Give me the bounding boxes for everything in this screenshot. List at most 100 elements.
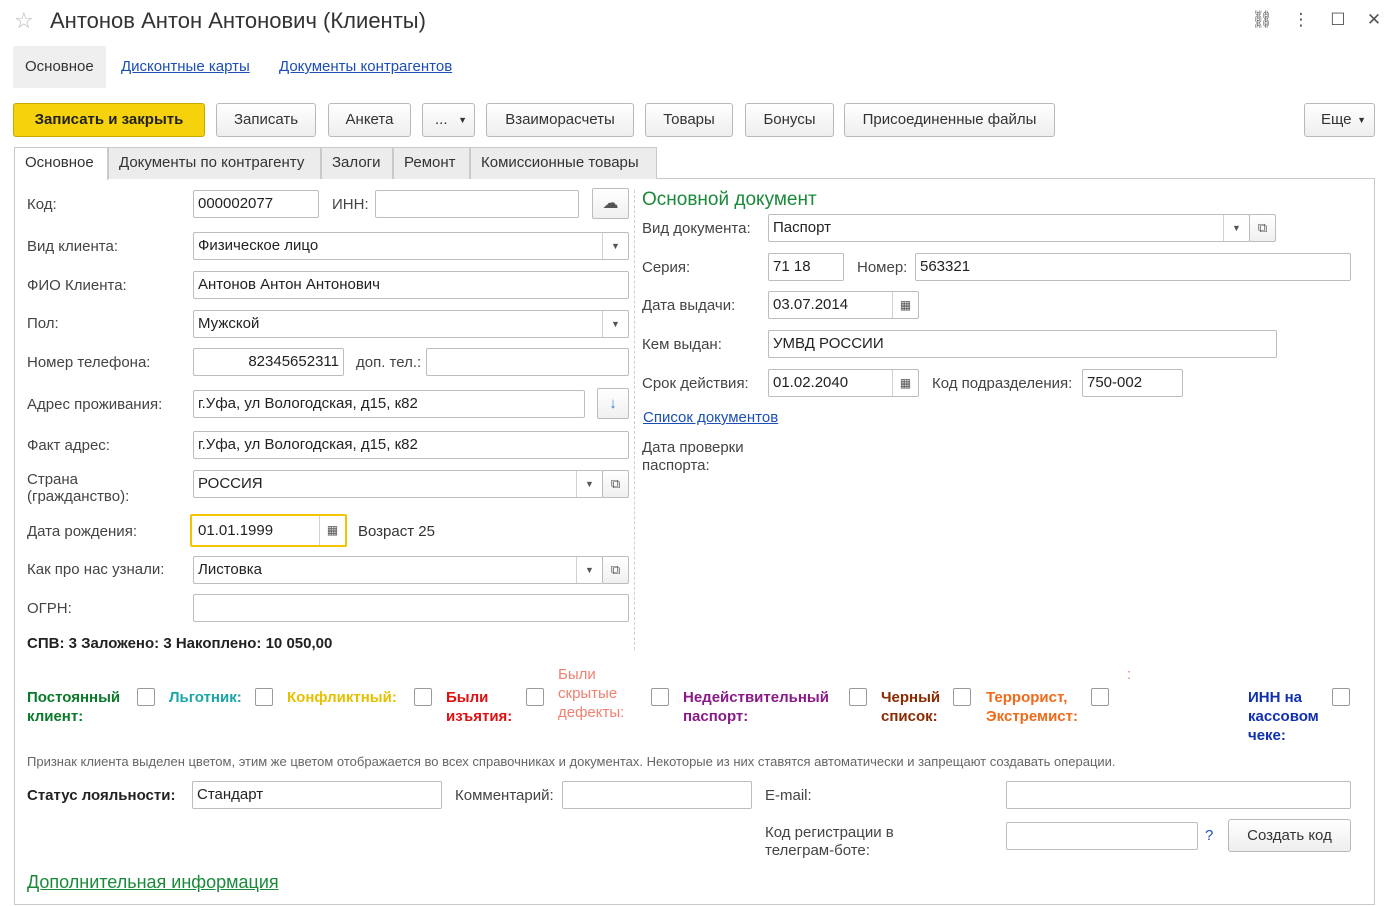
extra-phone-field[interactable] — [426, 348, 629, 376]
flag-inn-line2: кассовом — [1248, 708, 1319, 725]
gender-select[interactable]: Мужской ▼ — [193, 310, 629, 338]
open-icon[interactable]: ⧉ — [602, 470, 629, 498]
nav-discount-cards[interactable]: Дисконтные карты — [121, 58, 250, 75]
chevron-down-icon[interactable]: ▼ — [602, 233, 628, 259]
calendar-icon[interactable]: ▦ — [319, 516, 345, 545]
save-button[interactable]: Записать — [216, 103, 316, 137]
phone-field[interactable]: 82345652311 — [193, 348, 344, 376]
calendar-icon[interactable]: ▦ — [892, 370, 918, 396]
country-select[interactable]: РОССИЯ ▼ — [193, 470, 603, 498]
close-icon[interactable]: ✕ — [1362, 10, 1386, 30]
dept-code-label: Код подразделения: — [932, 375, 1073, 392]
more-options-icon[interactable]: ⋮ — [1289, 10, 1313, 30]
doc-type-select[interactable]: Паспорт ▼ — [768, 214, 1250, 242]
link-icon[interactable]: ⛓ — [1250, 10, 1274, 30]
fio-field[interactable]: Антонов Антон Антонович — [193, 271, 629, 299]
phone-label: Номер телефона: — [27, 354, 151, 371]
country-label-line2: (гражданство): — [27, 488, 130, 505]
telegram-label-line2: телеграм-боте: — [765, 842, 870, 859]
gender-value: Мужской — [198, 315, 260, 332]
flag-seized-checkbox[interactable] — [526, 688, 544, 706]
nav-main[interactable]: Основное — [13, 46, 106, 88]
address-field[interactable]: г.Уфа, ул Вологодская, д15, к82 — [193, 390, 585, 418]
open-icon[interactable]: ⧉ — [602, 556, 629, 584]
open-icon[interactable]: ⧉ — [1249, 214, 1276, 242]
flag-defects-line3: дефекты: — [558, 704, 625, 721]
flag-permanent-label: Постоянный клиент: — [27, 688, 120, 726]
telegram-label: Код регистрации в телеграм-боте: — [765, 824, 894, 860]
goods-button[interactable]: Товары — [645, 103, 733, 137]
additional-info-link[interactable]: Дополнительная информация — [27, 872, 279, 893]
tab-main[interactable]: Основное — [14, 147, 108, 180]
telegram-label-line1: Код регистрации в — [765, 824, 894, 841]
comment-field[interactable] — [562, 781, 752, 809]
tab-counterparty-docs[interactable]: Документы по контрагенту — [108, 147, 321, 179]
source-label: Как про нас узнали: — [27, 561, 165, 578]
flags-hint: Признак клиента выделен цветом, этим же … — [27, 754, 1116, 769]
loyalty-field[interactable]: Стандарт — [192, 781, 442, 809]
flag-defects-label: Были скрытые дефекты: — [558, 665, 624, 722]
flag-privileged-checkbox[interactable] — [255, 688, 273, 706]
client-type-select[interactable]: Физическое лицо ▼ — [193, 232, 629, 260]
issued-by-field[interactable]: УМВД РОССИИ — [768, 330, 1277, 358]
flag-privileged-label: Льготник: — [169, 689, 242, 706]
chevron-down-icon[interactable]: ▼ — [1223, 215, 1249, 241]
settlements-button[interactable]: Взаиморасчеты — [486, 103, 634, 137]
attached-files-button[interactable]: Присоединенные файлы — [844, 103, 1055, 137]
flag-seized-label: Были изъятия: — [446, 688, 512, 726]
code-field[interactable]: 000002077 — [193, 190, 319, 218]
chevron-down-icon[interactable]: ▼ — [602, 311, 628, 337]
tab-commission-goods[interactable]: Комиссионные товары — [470, 147, 657, 179]
dots-menu-button[interactable]: ... ▼ — [422, 103, 475, 137]
flag-terrorist-checkbox[interactable] — [1091, 688, 1109, 706]
check-date-label-line2: паспорта: — [642, 457, 710, 474]
survey-button[interactable]: Анкета — [328, 103, 411, 137]
birth-label: Дата рождения: — [27, 523, 137, 540]
favorite-star-icon[interactable]: ☆ — [14, 8, 34, 34]
arrow-down-icon[interactable]: ↓ — [597, 388, 629, 419]
valid-date-field[interactable]: 01.02.2040 ▦ — [768, 369, 919, 397]
flag-inn-line3: чеке: — [1248, 727, 1286, 744]
source-select[interactable]: Листовка ▼ — [193, 556, 603, 584]
tab-pledges[interactable]: Залоги — [321, 147, 393, 179]
help-icon[interactable]: ? — [1205, 827, 1213, 844]
flag-invalid-passport-label: Недействительный паспорт: — [683, 688, 829, 726]
email-field[interactable] — [1006, 781, 1351, 809]
flag-inn-check-checkbox[interactable] — [1332, 688, 1350, 706]
number-field[interactable]: 563321 — [915, 253, 1351, 281]
flag-permanent-line1: Постоянный — [27, 689, 121, 706]
chevron-down-icon[interactable]: ▼ — [576, 471, 602, 497]
cloud-icon[interactable]: ☁ — [592, 188, 629, 219]
flag-conflict-checkbox[interactable] — [414, 688, 432, 706]
nav-counterparty-docs[interactable]: Документы контрагентов — [279, 58, 452, 75]
inn-field[interactable] — [375, 190, 579, 218]
age-text: Возраст 25 — [358, 523, 435, 540]
flag-invalid-passport-checkbox[interactable] — [849, 688, 867, 706]
issue-date-field[interactable]: 03.07.2014 ▦ — [768, 291, 919, 319]
save-close-button[interactable]: Записать и закрыть — [13, 103, 205, 137]
maximize-icon[interactable]: ☐ — [1326, 10, 1350, 30]
flag-permanent-checkbox[interactable] — [137, 688, 155, 706]
summary-text: СПВ: 3 Заложено: 3 Накоплено: 10 050,00 — [27, 635, 333, 652]
docs-list-link[interactable]: Список документов — [643, 409, 778, 426]
country-value: РОССИЯ — [198, 475, 263, 492]
issue-date-label: Дата выдачи: — [642, 297, 736, 314]
fact-address-field[interactable]: г.Уфа, ул Вологодская, д15, к82 — [193, 431, 629, 459]
bonuses-button[interactable]: Бонусы — [745, 103, 834, 137]
series-field[interactable]: 71 18 — [768, 253, 844, 281]
issued-by-label: Кем выдан: — [642, 336, 722, 353]
flag-blacklist-checkbox[interactable] — [953, 688, 971, 706]
calendar-icon[interactable]: ▦ — [892, 292, 918, 318]
chevron-down-icon[interactable]: ▼ — [576, 557, 602, 583]
valid-date-value: 01.02.2040 — [773, 374, 849, 391]
ogrn-field[interactable] — [193, 594, 629, 622]
create-code-button[interactable]: Создать код — [1228, 819, 1351, 852]
telegram-code-field[interactable] — [1006, 822, 1198, 850]
dept-code-field[interactable]: 750-002 — [1082, 369, 1183, 397]
flag-defects-checkbox[interactable] — [651, 688, 669, 706]
email-label: E-mail: — [765, 787, 812, 804]
tab-repair[interactable]: Ремонт — [393, 147, 470, 179]
more-button[interactable]: Еще ▼ — [1304, 103, 1375, 137]
birth-date-field[interactable]: 01.01.1999 ▦ — [190, 514, 347, 547]
doc-type-label: Вид документа: — [642, 220, 751, 237]
